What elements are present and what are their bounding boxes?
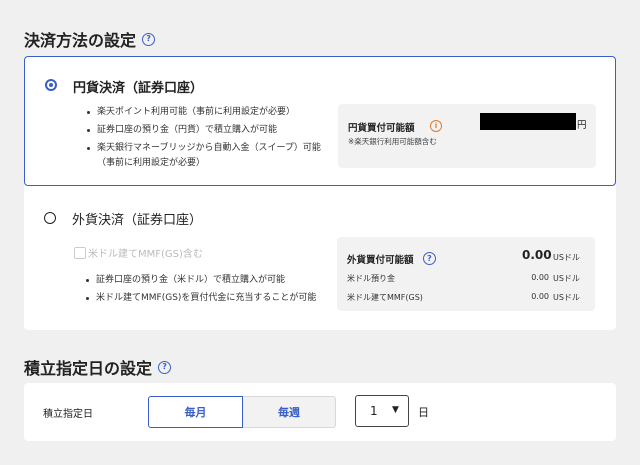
list-item: 楽天銀行マネーブリッジから自動入金（スイープ）可能（事前に利用設定が必要） xyxy=(85,141,335,171)
yen-balance-note: ※楽天銀行利用可能額含む xyxy=(348,137,437,146)
tab-monthly[interactable]: 毎月 xyxy=(148,396,243,428)
foreign-option-title: 外貨決済（証券口座） xyxy=(72,213,203,228)
redacted-amount xyxy=(480,113,576,130)
list-item: 証券口座の預り金（円貨）で積立購入が可能 xyxy=(85,123,335,138)
yen-balance-label: 円貨買付可能額 xyxy=(348,123,415,134)
help-circle-icon[interactable]: ? xyxy=(142,32,156,46)
yen-payment-option[interactable]: 円貨決済（証券口座） 楽天ポイント利用可能（事前に利用設定が必要） 証券口座の預… xyxy=(24,56,616,186)
schedule-card: 積立指定日 毎月 毎週 1 ▼ 日 xyxy=(24,383,616,441)
yen-option-title: 円貨決済（証券口座） xyxy=(73,81,204,96)
usd-deposit-label: 米ドル預り金 xyxy=(347,274,395,283)
usd-mmf-label: 米ドル建てMMF(GS) xyxy=(347,293,423,302)
usd-deposit-value: 0.00 xyxy=(531,273,549,282)
foreign-balance-label: 外貨買付可能額 xyxy=(347,255,414,266)
tab-weekly[interactable]: 毎週 xyxy=(243,396,336,428)
day-select[interactable]: 1 ▼ xyxy=(355,395,409,427)
usd-mmf-unit: USドル xyxy=(553,293,580,302)
list-item: 証券口座の預り金（米ドル）で積立購入が可能 xyxy=(84,273,354,288)
usd-mmf-value: 0.00 xyxy=(531,292,549,301)
schedule-section-title-text: 積立指定日の設定 xyxy=(24,359,153,378)
payment-section-title-text: 決済方法の設定 xyxy=(24,31,137,50)
schedule-field-label: 積立指定日 xyxy=(43,409,93,420)
mmf-checkbox-label: 米ドル建てMMF(GS)含む xyxy=(88,249,203,260)
yen-unit: 円 xyxy=(577,120,587,131)
yen-option-bullets: 楽天ポイント利用可能（事前に利用設定が必要） 証券口座の預り金（円貨）で積立購入… xyxy=(85,105,335,174)
day-select-value: 1 xyxy=(370,404,378,418)
help-circle-icon[interactable]: ? xyxy=(423,252,436,265)
help-circle-icon[interactable]: ? xyxy=(158,360,172,374)
yen-radio-button[interactable] xyxy=(45,79,57,91)
foreign-radio-button[interactable] xyxy=(44,212,56,224)
mmf-checkbox[interactable] xyxy=(74,247,86,259)
chevron-down-icon: ▼ xyxy=(392,405,399,415)
payment-section-title: 決済方法の設定 ? xyxy=(24,27,156,51)
info-icon[interactable]: i xyxy=(430,120,442,132)
list-item: 米ドル建てMMF(GS)を買付代金に充当することが可能 xyxy=(84,291,354,306)
foreign-total-unit: USドル xyxy=(553,253,580,262)
foreign-option-bullets: 証券口座の預り金（米ドル）で積立購入が可能 米ドル建てMMF(GS)を買付代金に… xyxy=(84,273,354,309)
payment-method-card: 円貨決済（証券口座） 楽天ポイント利用可能（事前に利用設定が必要） 証券口座の預… xyxy=(24,56,616,330)
list-item: 楽天ポイント利用可能（事前に利用設定が必要） xyxy=(85,105,335,120)
usd-deposit-unit: USドル xyxy=(553,274,580,283)
foreign-payment-option[interactable]: 外貨決済（証券口座） 米ドル建てMMF(GS)含む 証券口座の預り金（米ドル）で… xyxy=(24,186,616,330)
schedule-section-title: 積立指定日の設定 ? xyxy=(24,355,172,379)
foreign-total-value: 0.00 xyxy=(522,248,552,262)
yen-balance-panel: 円貨買付可能額 i 円 ※楽天銀行利用可能額含む xyxy=(338,104,596,168)
foreign-balance-panel: 外貨買付可能額 ? 0.00 USドル 米ドル預り金 0.00 USドル 米ドル… xyxy=(337,237,595,311)
day-unit-label: 日 xyxy=(418,406,429,419)
